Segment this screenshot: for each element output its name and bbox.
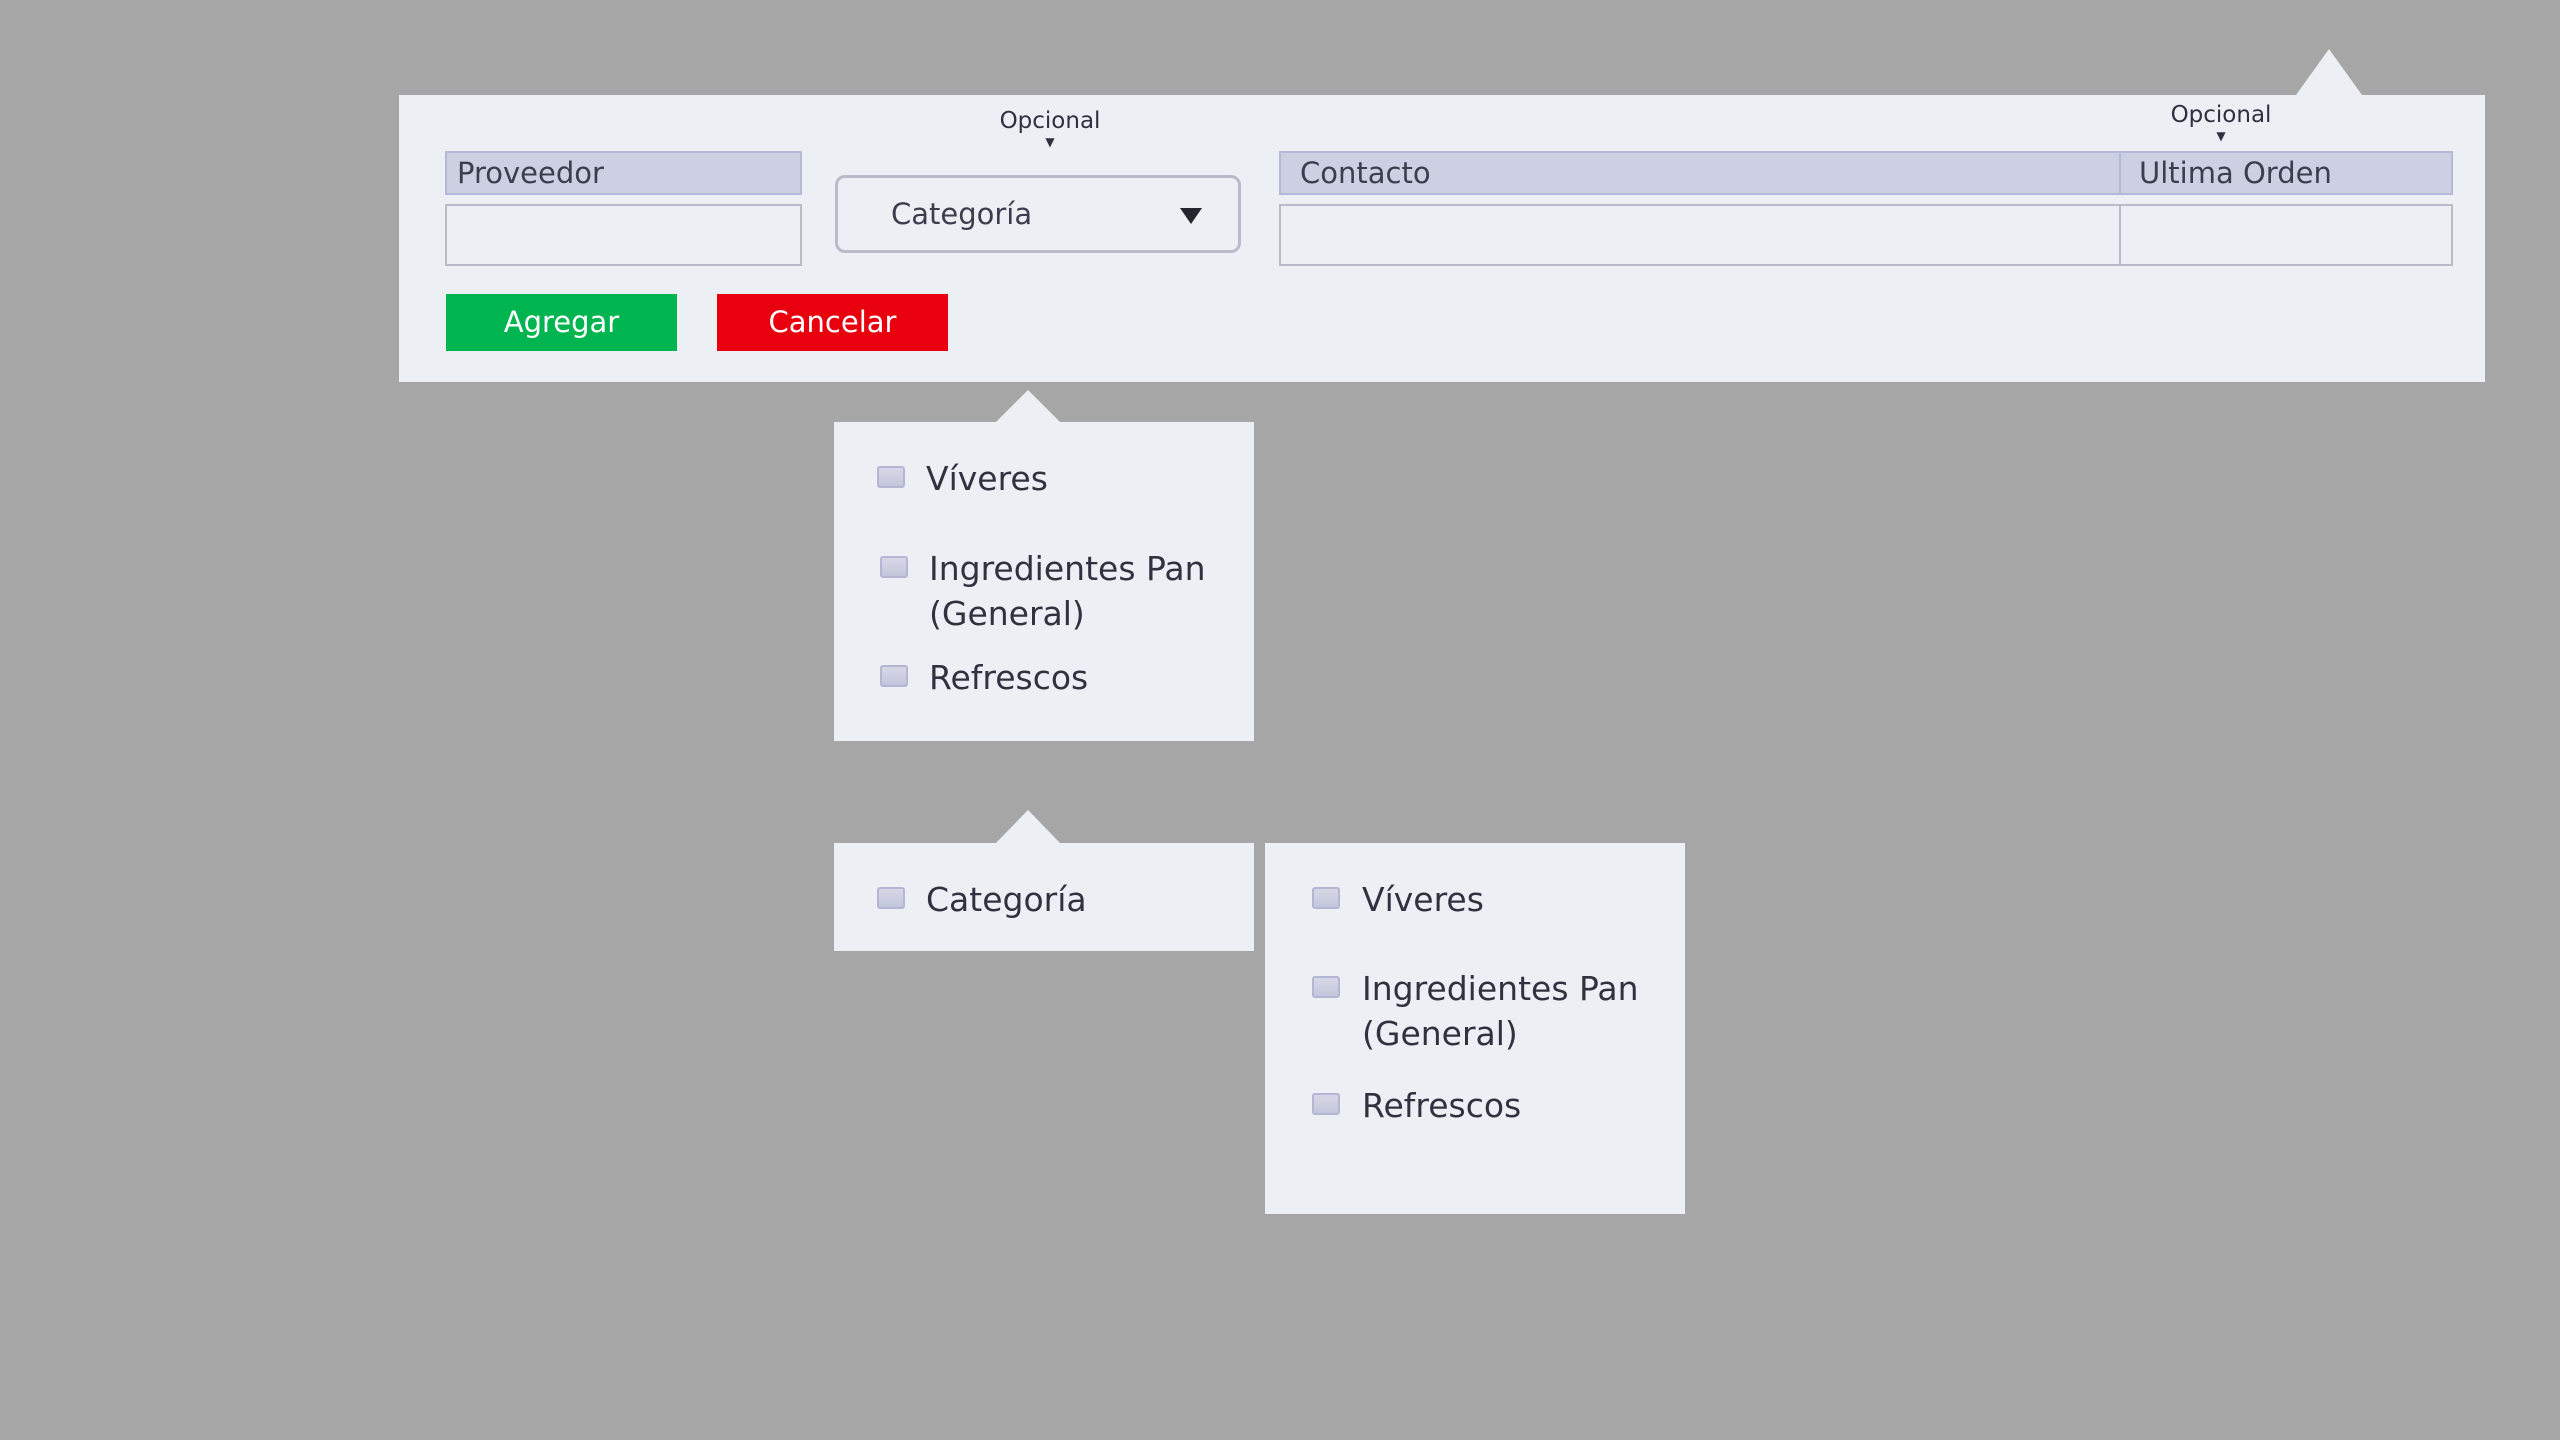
checkbox-ingredientes-pan[interactable] — [880, 556, 908, 578]
categoria-submenu: Víveres Ingredientes Pan (General) Refre… — [1265, 843, 1685, 1214]
proveedor-input[interactable] — [445, 204, 802, 266]
ultima-orden-optional-text: Opcional — [2170, 102, 2272, 128]
option-ingredientes-pan[interactable]: Ingredientes Pan (General) — [1362, 966, 1662, 1056]
categoria-optional-hint: Opcional ▼ — [950, 108, 1150, 148]
option-refrescos[interactable]: Refrescos — [1362, 1083, 1521, 1128]
option-viveres[interactable]: Víveres — [926, 456, 1048, 501]
proveedor-header: Proveedor — [445, 151, 802, 195]
ultima-orden-header: Ultima Orden — [2119, 151, 2453, 195]
checkbox-refrescos[interactable] — [880, 665, 908, 687]
dropdown-pointer-notch — [996, 810, 1060, 843]
down-triangle-icon: ▼ — [1045, 135, 1055, 149]
option-refrescos[interactable]: Refrescos — [929, 655, 1088, 700]
dropdown-pointer-notch — [996, 390, 1060, 422]
checkbox-refrescos[interactable] — [1312, 1093, 1340, 1115]
categoria-select-value: Categoría — [891, 197, 1033, 231]
checkbox-viveres[interactable] — [877, 466, 905, 488]
categoria-select[interactable]: Categoría — [835, 175, 1241, 253]
option-categoria[interactable]: Categoría — [926, 877, 1087, 922]
categoria-parent-menu: Categoría — [834, 843, 1254, 951]
checkbox-categoria[interactable] — [877, 887, 905, 909]
checkbox-viveres[interactable] — [1312, 887, 1340, 909]
contacto-header: Contacto — [1279, 151, 2121, 195]
add-supplier-form: Proveedor Opcional ▼ Categoría Contacto … — [399, 95, 2485, 382]
down-triangle-icon: ▼ — [2216, 129, 2226, 143]
categoria-optional-text: Opcional — [999, 108, 1101, 134]
option-viveres[interactable]: Víveres — [1362, 877, 1484, 922]
checkbox-ingredientes-pan[interactable] — [1312, 976, 1340, 998]
contacto-input[interactable] — [1279, 204, 2121, 266]
ultima-orden-input[interactable] — [2119, 204, 2453, 266]
ultima-orden-optional-hint: Opcional ▼ — [2121, 102, 2321, 142]
cancelar-button[interactable]: Cancelar — [717, 294, 948, 351]
categoria-dropdown: Víveres Ingredientes Pan (General) Refre… — [834, 422, 1254, 741]
form-pointer-notch — [2296, 49, 2362, 95]
option-ingredientes-pan[interactable]: Ingredientes Pan (General) — [929, 546, 1229, 636]
chevron-down-icon — [1180, 208, 1202, 224]
agregar-button[interactable]: Agregar — [446, 294, 677, 351]
